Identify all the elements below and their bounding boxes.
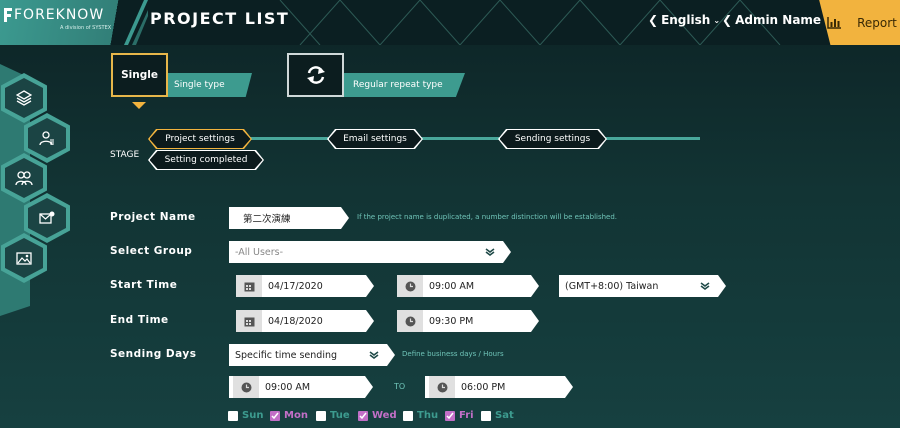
setting-completed-pill: Setting completed [150,151,263,169]
sending-mode-value: Specific time sending [235,349,338,361]
end-date-input[interactable]: 04/18/2020 [236,310,374,332]
checkbox-sun[interactable] [228,410,238,421]
repeat-type-card[interactable] [287,53,344,97]
language-selector[interactable]: ❮ English ⌄ [648,13,720,27]
single-card-label: Single [121,69,158,81]
stage-label: STAGE [110,150,140,160]
bracket-left-icon: ❮ [648,13,659,27]
checkbox-sat[interactable] [481,410,491,421]
user-name: Admin Name [735,13,822,27]
end-time-label: End Time [110,314,169,326]
logo-subtitle: A division of SYSTEX [60,25,112,31]
setting-completed-label: Setting completed [164,155,248,165]
project-name-value: 第二次演練 [243,214,291,225]
single-type-label: Single type [174,80,225,90]
clock-icon [429,376,455,398]
checkbox-fri[interactable] [445,410,455,421]
calendar-icon [236,275,262,297]
day-label: Mon [284,410,308,421]
day-label: Thu [417,410,439,421]
logo-mark-icon [4,8,12,22]
bracket-left-icon: ❮ [722,13,733,27]
send-to-time-input[interactable]: 06:00 PM [425,376,573,398]
image-map-icon [16,252,32,265]
chevron-down-icon [485,247,495,257]
start-time-input[interactable]: 09:00 AM [397,275,539,297]
logo-text: FOREKNOW [14,7,105,23]
single-type-tab[interactable]: Single type [162,73,252,97]
layers-icon [16,90,32,106]
project-name-hint: If the project name is duplicated, a num… [357,213,618,221]
checkbox-tue[interactable] [316,410,326,421]
start-date-input[interactable]: 04/17/2020 [236,275,374,297]
checkbox-mon[interactable] [270,410,280,421]
stage-step-email-settings[interactable]: Email settings [329,130,422,148]
start-time-value: 09:00 AM [429,280,475,292]
logo-stripes [124,0,148,45]
day-label: Sun [242,410,264,421]
send-from-time-input[interactable]: 09:00 AM [229,376,373,398]
stage-step-project-settings[interactable]: Project settings [150,130,251,148]
project-name-input[interactable]: 第二次演練 [229,207,349,229]
day-label: Wed [372,410,397,421]
end-time-value: 09:30 PM [429,315,474,327]
day-mon[interactable]: Mon [270,410,308,421]
end-date-value: 04/18/2020 [268,315,323,327]
clock-icon [397,310,423,332]
sending-days-hint: Define business days / Hours [402,350,504,358]
repeat-type-tab[interactable]: Regular repeat type [335,73,465,97]
sending-days-label: Sending Days [110,348,197,360]
end-time-input[interactable]: 09:30 PM [397,310,539,332]
selected-caret-icon [132,102,146,109]
send-to-value: 06:00 PM [461,381,506,393]
day-label: Sat [495,410,514,421]
day-label: Fri [459,410,474,421]
start-time-label: Start Time [110,279,178,291]
day-tue[interactable]: Tue [316,410,350,421]
sending-mode-dropdown[interactable]: Specific time sending [229,344,395,366]
clock-icon [397,275,423,297]
select-group-placeholder: -All Users- [235,246,284,258]
project-name-label: Project Name [110,211,196,223]
stage-step-label: Sending settings [514,134,591,144]
select-group-label: Select Group [110,245,193,257]
day-sun[interactable]: Sun [228,410,263,421]
timezone-dropdown[interactable]: (GMT+8:00) Taiwan [559,275,726,297]
user-list-icon [39,131,54,146]
send-from-value: 09:00 AM [265,381,311,393]
language-label: English [661,13,711,27]
bar-chart-icon [827,16,842,29]
report-label: Report [857,15,897,30]
mail-settings-icon [39,211,55,224]
stage-step-sending-settings[interactable]: Sending settings [500,130,606,148]
select-group-dropdown[interactable]: -All Users- [229,241,511,263]
stage-step-label: Email settings [343,134,407,144]
chevron-down-icon [369,350,379,360]
repeat-type-label: Regular repeat type [353,80,443,90]
to-label: TO [394,382,406,391]
day-label: Tue [330,410,350,421]
stage-step-label: Project settings [165,134,235,144]
users-icon [15,171,33,186]
day-fri[interactable]: Fri [445,410,474,421]
clock-icon [233,376,259,398]
app-root: FOREKNOW A division of SYSTEX PROJECT LI… [0,0,900,428]
day-sat[interactable]: Sat [481,410,514,421]
chevron-down-icon: ⌄ [713,15,721,25]
single-type-card[interactable]: Single [111,53,168,97]
chevron-down-icon [700,281,710,291]
calendar-icon [236,310,262,332]
stage-progress-line [245,137,700,140]
repeat-icon [306,66,325,84]
page-title: PROJECT LIST [150,9,290,28]
top-header: FOREKNOW A division of SYSTEX PROJECT LI… [0,0,900,45]
day-wed[interactable]: Wed [358,410,397,421]
day-thu[interactable]: Thu [403,410,438,421]
timezone-value: (GMT+8:00) Taiwan [565,280,659,292]
checkbox-thu[interactable] [403,410,413,421]
start-date-value: 04/17/2020 [268,280,323,292]
checkbox-wed[interactable] [358,410,368,421]
